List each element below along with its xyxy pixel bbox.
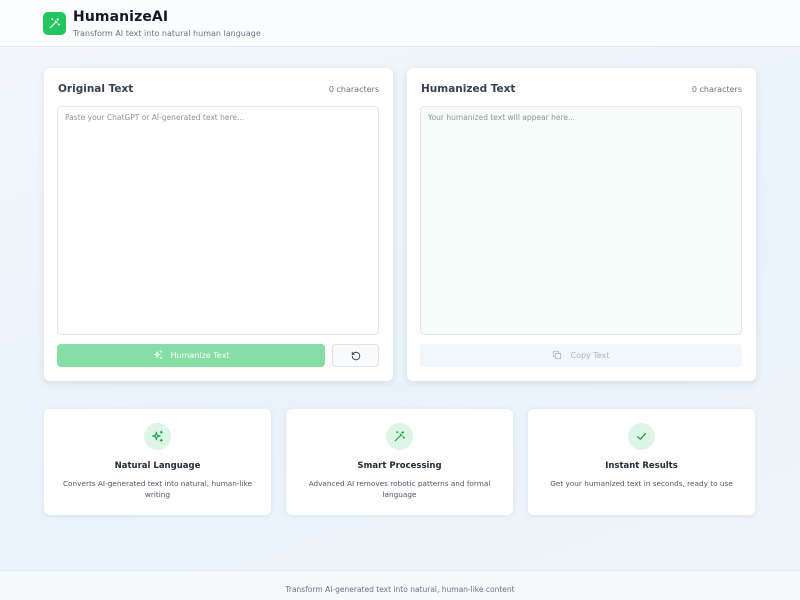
- feature-card-natural-language: Natural Language Converts AI-generated t…: [44, 409, 271, 515]
- reset-button[interactable]: [332, 344, 379, 367]
- app-header: HumanizeAI Transform AI text into natura…: [0, 0, 800, 47]
- original-text-title: Original Text: [58, 83, 134, 95]
- original-char-count: 0 characters: [328, 85, 379, 94]
- feature-card-smart-processing: Smart Processing Advanced AI removes rob…: [286, 409, 513, 515]
- app-subtitle: Transform AI text into natural human lan…: [73, 29, 261, 38]
- wand-sparkles-icon: [43, 12, 66, 35]
- app-title: HumanizeAI: [73, 9, 169, 25]
- feature-description: Advanced AI removes robotic patterns and…: [308, 479, 491, 499]
- check-icon: [628, 423, 655, 450]
- humanized-text-panel: Humanized Text 0 characters Your humaniz…: [407, 68, 756, 381]
- feature-title: Natural Language: [114, 461, 201, 471]
- humanize-button[interactable]: Humanize Text: [57, 344, 325, 367]
- footer-text: Transform AI-generated text into natural…: [285, 585, 515, 594]
- copy-button-label: Copy Text: [570, 351, 610, 360]
- wand-sparkles-icon: [386, 423, 413, 450]
- humanized-text-title: Humanized Text: [421, 83, 516, 95]
- feature-title: Smart Processing: [357, 461, 442, 471]
- feature-card-instant-results: Instant Results Get your humanized text …: [528, 409, 755, 515]
- humanize-button-label: Humanize Text: [170, 351, 230, 360]
- sparkles-icon: [153, 349, 163, 362]
- humanized-char-count: 0 characters: [691, 85, 742, 94]
- feature-title: Instant Results: [605, 461, 678, 471]
- feature-description: Converts AI-generated text into natural,…: [62, 479, 253, 499]
- humanized-text-output[interactable]: Your humanized text will appear here...: [420, 106, 742, 335]
- sparkles-icon: [144, 423, 171, 450]
- original-text-panel: Original Text 0 characters Paste your Ch…: [44, 68, 393, 381]
- copy-icon: [552, 350, 562, 362]
- original-text-input[interactable]: Paste your ChatGPT or AI-generated text …: [57, 106, 379, 335]
- page-footer: Transform AI-generated text into natural…: [0, 570, 800, 600]
- feature-description: Get your humanized text in seconds, read…: [550, 479, 733, 488]
- rotate-ccw-icon: [351, 346, 361, 365]
- copy-button[interactable]: Copy Text: [420, 344, 742, 367]
